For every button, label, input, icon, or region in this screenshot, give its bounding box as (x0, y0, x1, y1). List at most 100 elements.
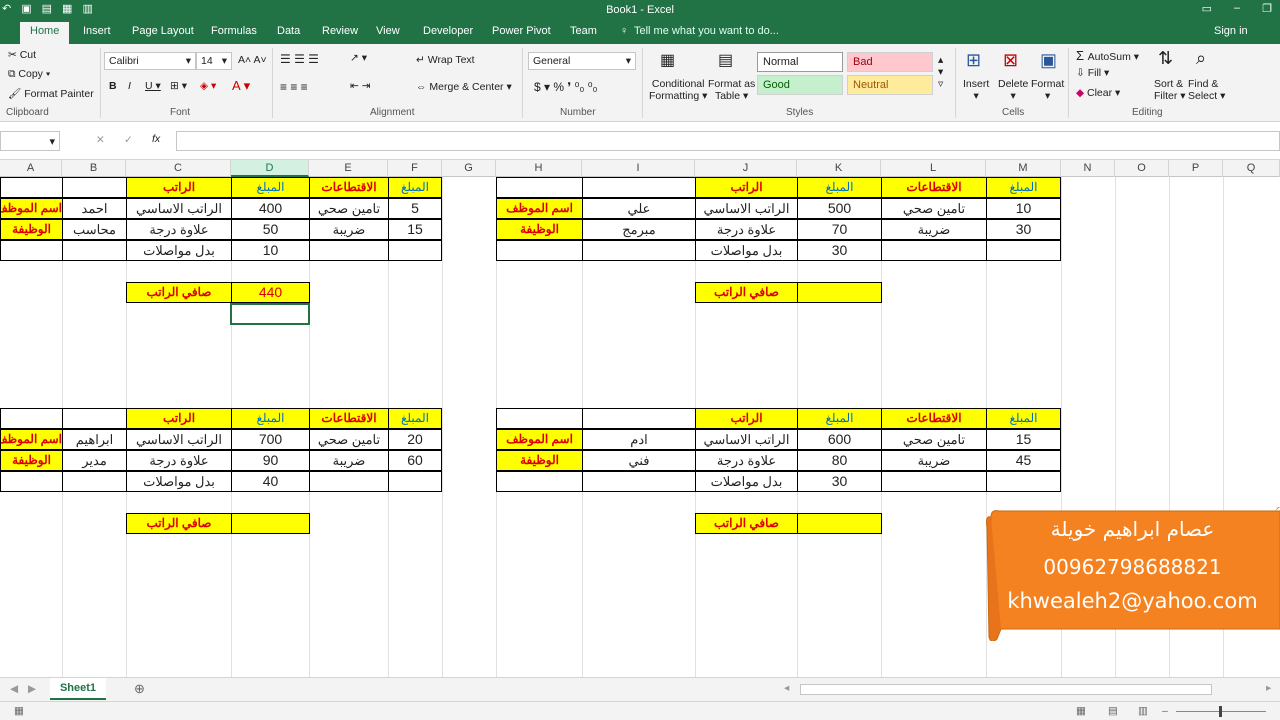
label-health[interactable]: تامين صحي (309, 429, 389, 450)
col-header[interactable]: M (986, 160, 1061, 177)
header-amount[interactable]: المبلغ (388, 177, 442, 198)
table-cell[interactable] (0, 471, 63, 492)
tab-insert[interactable]: Insert (83, 25, 111, 37)
label-transport[interactable]: بدل مواصلات (126, 471, 232, 492)
value-health[interactable]: 5 (388, 198, 442, 219)
bold-button[interactable]: B (109, 80, 117, 92)
value-bonus[interactable]: 50 (231, 219, 310, 240)
styles-scroll-icon[interactable]: ▴ ▾ ▿ (938, 54, 943, 90)
col-header[interactable]: B (62, 160, 126, 177)
tab-data[interactable]: Data (277, 25, 300, 37)
label-bonus[interactable]: علاوة درجة (126, 219, 232, 240)
value-tax[interactable]: 15 (388, 219, 442, 240)
value-basic[interactable]: 400 (231, 198, 310, 219)
borders-button[interactable]: ⊞ ▾ (170, 80, 187, 92)
selected-cell[interactable] (230, 303, 310, 325)
restore-icon[interactable]: ❐ (1262, 2, 1272, 15)
value-health[interactable]: 15 (986, 429, 1061, 450)
label-bonus[interactable]: علاوة درجة (695, 219, 798, 240)
tab-formulas[interactable]: Formulas (211, 25, 257, 37)
enter-icon[interactable]: ✓ (124, 134, 133, 146)
tab-home[interactable]: Home (20, 22, 70, 44)
label-employee-name[interactable]: اسم الموظف (0, 198, 63, 219)
value-basic[interactable]: 600 (797, 429, 882, 450)
value-transport[interactable]: 40 (231, 471, 310, 492)
value-bonus[interactable]: 90 (231, 450, 310, 471)
value-tax[interactable]: 60 (388, 450, 442, 471)
value-basic[interactable]: 500 (797, 198, 882, 219)
label-net-salary[interactable]: صافي الراتب (126, 282, 232, 303)
header-amount[interactable]: المبلغ (986, 177, 1061, 198)
header-salary[interactable]: الراتب (126, 177, 232, 198)
sheet-nav-left-icon[interactable]: ◀ (10, 683, 18, 695)
col-header[interactable]: H (496, 160, 582, 177)
macro-record-icon[interactable]: ▦ (14, 705, 24, 717)
table-cell[interactable] (986, 471, 1061, 492)
label-health[interactable]: تامين صحي (881, 198, 987, 219)
table-cell[interactable] (0, 177, 63, 198)
label-job[interactable]: الوظيفة (496, 219, 583, 240)
label-net-salary[interactable]: صافي الراتب (695, 282, 798, 303)
sort-filter-button[interactable]: Sort & Filter ▾ (1154, 78, 1186, 102)
table-cell[interactable] (309, 471, 389, 492)
header-deductions[interactable]: الاقتطاعات (309, 177, 389, 198)
label-tax[interactable]: ضريبة (309, 450, 389, 471)
header-amount[interactable]: المبلغ (797, 177, 882, 198)
table-cell[interactable] (582, 177, 696, 198)
tell-me-box[interactable]: Tell me what you want to do... (634, 25, 779, 37)
employee-name[interactable]: ادم (582, 429, 696, 450)
style-good[interactable]: Good (757, 75, 843, 95)
conditional-formatting-button[interactable]: Conditional Formatting ▾ (649, 78, 707, 102)
value-net-salary[interactable]: 440 (231, 282, 310, 303)
value-net-salary[interactable] (797, 513, 882, 534)
header-salary[interactable]: الراتب (126, 408, 232, 429)
value-tax[interactable]: 45 (986, 450, 1061, 471)
tab-team[interactable]: Team (570, 25, 597, 37)
col-header[interactable]: L (881, 160, 986, 177)
table-cell[interactable] (582, 408, 696, 429)
cut-button[interactable]: ✂ Cut (8, 49, 36, 61)
value-bonus[interactable]: 70 (797, 219, 882, 240)
header-amount[interactable]: المبلغ (231, 177, 310, 198)
label-job[interactable]: الوظيفة (496, 450, 583, 471)
label-basic[interactable]: الراتب الاساسي (695, 198, 798, 219)
table-cell[interactable] (309, 240, 389, 261)
font-name-box[interactable]: Calibri ▾ (104, 52, 196, 70)
label-employee-name[interactable]: اسم الموظف (0, 429, 63, 450)
ribbon-display-icon[interactable]: ▭ (1202, 2, 1212, 15)
font-grow-shrink-buttons[interactable]: A˄ A˅ (238, 54, 267, 66)
col-header[interactable]: I (582, 160, 695, 177)
employee-job[interactable]: محاسب (62, 219, 127, 240)
table-cell[interactable] (388, 471, 442, 492)
header-deductions[interactable]: الاقتطاعات (881, 408, 987, 429)
header-deductions[interactable]: الاقتطاعات (309, 408, 389, 429)
table-cell[interactable] (496, 471, 583, 492)
clear-button[interactable]: ◆ Clear ▾ (1076, 87, 1120, 99)
col-header[interactable]: E (309, 160, 388, 177)
tab-page-layout[interactable]: Page Layout (132, 25, 194, 37)
insert-cells-button[interactable]: Insert ▾ (963, 78, 989, 102)
label-job[interactable]: الوظيفة (0, 219, 63, 240)
format-painter-button[interactable]: 🖌 Format Painter (8, 87, 94, 100)
value-health[interactable]: 20 (388, 429, 442, 450)
style-normal[interactable]: Normal (757, 52, 843, 72)
delete-cells-button[interactable]: Delete ▾ (998, 78, 1028, 102)
indent-buttons[interactable]: ⇤ ⇥ (350, 80, 371, 92)
tab-review[interactable]: Review (322, 25, 358, 37)
label-employee-name[interactable]: اسم الموظف (496, 198, 583, 219)
label-transport[interactable]: بدل مواصلات (126, 240, 232, 261)
label-tax[interactable]: ضريبة (309, 219, 389, 240)
header-amount[interactable]: المبلغ (231, 408, 310, 429)
label-net-salary[interactable]: صافي الراتب (695, 513, 798, 534)
label-job[interactable]: الوظيفة (0, 450, 63, 471)
label-employee-name[interactable]: اسم الموظف (496, 429, 583, 450)
table-cell[interactable] (0, 408, 63, 429)
orientation-button[interactable]: ↗ ▾ (350, 52, 367, 64)
table-cell[interactable] (388, 240, 442, 261)
label-tax[interactable]: ضريبة (881, 450, 987, 471)
table-cell[interactable] (881, 240, 987, 261)
value-net-salary[interactable] (797, 282, 882, 303)
scroll-left-icon[interactable]: ◂ (784, 682, 789, 694)
page-layout-view-icon[interactable]: ▤ (1108, 705, 1118, 717)
employee-job[interactable]: مدير (62, 450, 127, 471)
